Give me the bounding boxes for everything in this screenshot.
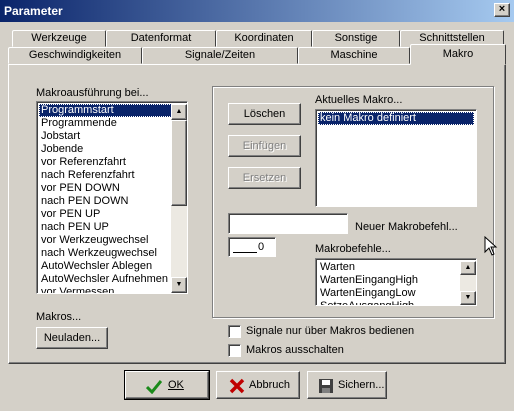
list-item[interactable]: vor Referenzfahrt — [39, 156, 172, 169]
list-item[interactable]: SetzeAusgangHigh — [318, 300, 458, 305]
tab-geschwindigkeiten[interactable]: Geschwindigkeiten — [8, 47, 142, 64]
list-item[interactable]: Warten — [318, 261, 458, 274]
makros-label: Makros... — [36, 311, 82, 323]
list-item[interactable]: nach PEN DOWN — [39, 195, 172, 208]
list-item[interactable]: nach Referenzfahrt — [39, 169, 172, 182]
list-item[interactable]: nach PEN UP — [39, 221, 172, 234]
insert-button[interactable]: Einfügen — [228, 135, 301, 157]
event-list[interactable]: Programmstart Programmende Jobstart Jobende… — [36, 101, 188, 294]
list-item[interactable]: vor PEN DOWN — [39, 182, 172, 195]
arrow-up-icon: ▲ — [464, 264, 472, 271]
list-item[interactable]: vor Werkzeugwechsel — [39, 234, 172, 247]
list-item[interactable]: nach Werkzeugwechsel — [39, 247, 172, 260]
arrow-down-icon: ▼ — [175, 281, 183, 288]
list-item[interactable]: WartenEingangHigh — [318, 274, 458, 287]
macro-execution-label: Makroausführung bei... — [36, 87, 149, 99]
commands-scroll-up[interactable]: ▲ — [460, 261, 476, 275]
event-list-items: Programmstart Programmende Jobstart Jobende… — [39, 104, 172, 293]
scroll-thumb[interactable] — [171, 120, 187, 206]
new-command-label: Neuer Makrobefehl... — [355, 221, 458, 233]
floppy-disk-icon — [319, 379, 333, 393]
scroll-down-button[interactable]: ▼ — [171, 277, 187, 293]
tab-werkzeuge[interactable]: Werkzeuge — [12, 30, 106, 47]
list-item[interactable]: Programmende — [39, 117, 172, 130]
save-button[interactable]: Sichern... — [307, 371, 387, 399]
list-item[interactable]: kein Makro definiert — [318, 112, 474, 125]
list-item[interactable]: Jobstart — [39, 130, 172, 143]
current-macro-label: Aktuelles Makro... — [315, 94, 403, 106]
param-value: 0 — [258, 241, 265, 253]
list-item[interactable]: vor Vermessen — [39, 286, 172, 293]
list-item[interactable]: AutoWechsler Aufnehmen — [39, 273, 172, 286]
close-icon: × — [498, 3, 506, 15]
commands-list[interactable]: Warten WartenEingangHigh WartenEingangLow S… — [315, 258, 477, 306]
window-title: Parameter — [4, 4, 63, 18]
ok-button[interactable]: OK — [125, 371, 209, 399]
arrow-up-icon: ▲ — [175, 108, 183, 115]
mouse-cursor-icon — [484, 236, 498, 256]
commands-label: Makrobefehle... — [315, 243, 391, 255]
checkmark-icon — [146, 380, 162, 394]
new-command-input[interactable] — [228, 213, 348, 234]
list-item[interactable]: Jobende — [39, 143, 172, 156]
list-item[interactable]: WartenEingangLow — [318, 287, 458, 300]
checkbox-box — [228, 344, 241, 357]
commands-list-items: Warten WartenEingangHigh WartenEingangLow S… — [318, 261, 458, 305]
cancel-button[interactable]: Abbruch — [216, 371, 300, 399]
commands-scroll-down[interactable]: ▼ — [460, 291, 476, 305]
scroll-up-button[interactable]: ▲ — [171, 104, 187, 120]
list-item[interactable]: AutoWechsler Ablegen — [39, 260, 172, 273]
reload-button[interactable]: Neuladen... — [36, 327, 108, 349]
param-input[interactable]: 0 — [228, 237, 276, 257]
tab-maschine[interactable]: Maschine — [298, 47, 410, 64]
current-macro-list[interactable]: kein Makro definiert — [315, 109, 477, 207]
param-underline — [233, 241, 257, 253]
tab-signale-zeiten[interactable]: Signale/Zeiten — [142, 47, 298, 64]
tab-datenformat[interactable]: Datenformat — [106, 30, 216, 47]
replace-button[interactable]: Ersetzen — [228, 167, 301, 189]
delete-button[interactable]: Löschen — [228, 103, 301, 125]
arrow-down-icon: ▼ — [464, 294, 472, 301]
list-item[interactable]: vor PEN UP — [39, 208, 172, 221]
commands-scrollbar[interactable]: ▲ ▼ — [460, 261, 476, 305]
signals-only-macros-checkbox[interactable]: Signale nur über Makros bedienen — [228, 324, 468, 339]
tab-sonstige[interactable]: Sonstige — [312, 30, 400, 47]
checkbox-box — [228, 325, 241, 338]
red-x-icon — [229, 378, 245, 394]
disable-macros-checkbox[interactable]: Makros ausschalten — [228, 343, 468, 358]
close-button[interactable]: × — [494, 3, 510, 17]
tab-koordinaten[interactable]: Koordinaten — [216, 30, 312, 47]
event-list-scrollbar[interactable]: ▲ ▼ — [171, 104, 187, 293]
title-bar: Parameter × — [0, 0, 514, 22]
list-item[interactable]: Programmstart — [39, 104, 172, 117]
tab-makro[interactable]: Makro — [410, 44, 506, 65]
